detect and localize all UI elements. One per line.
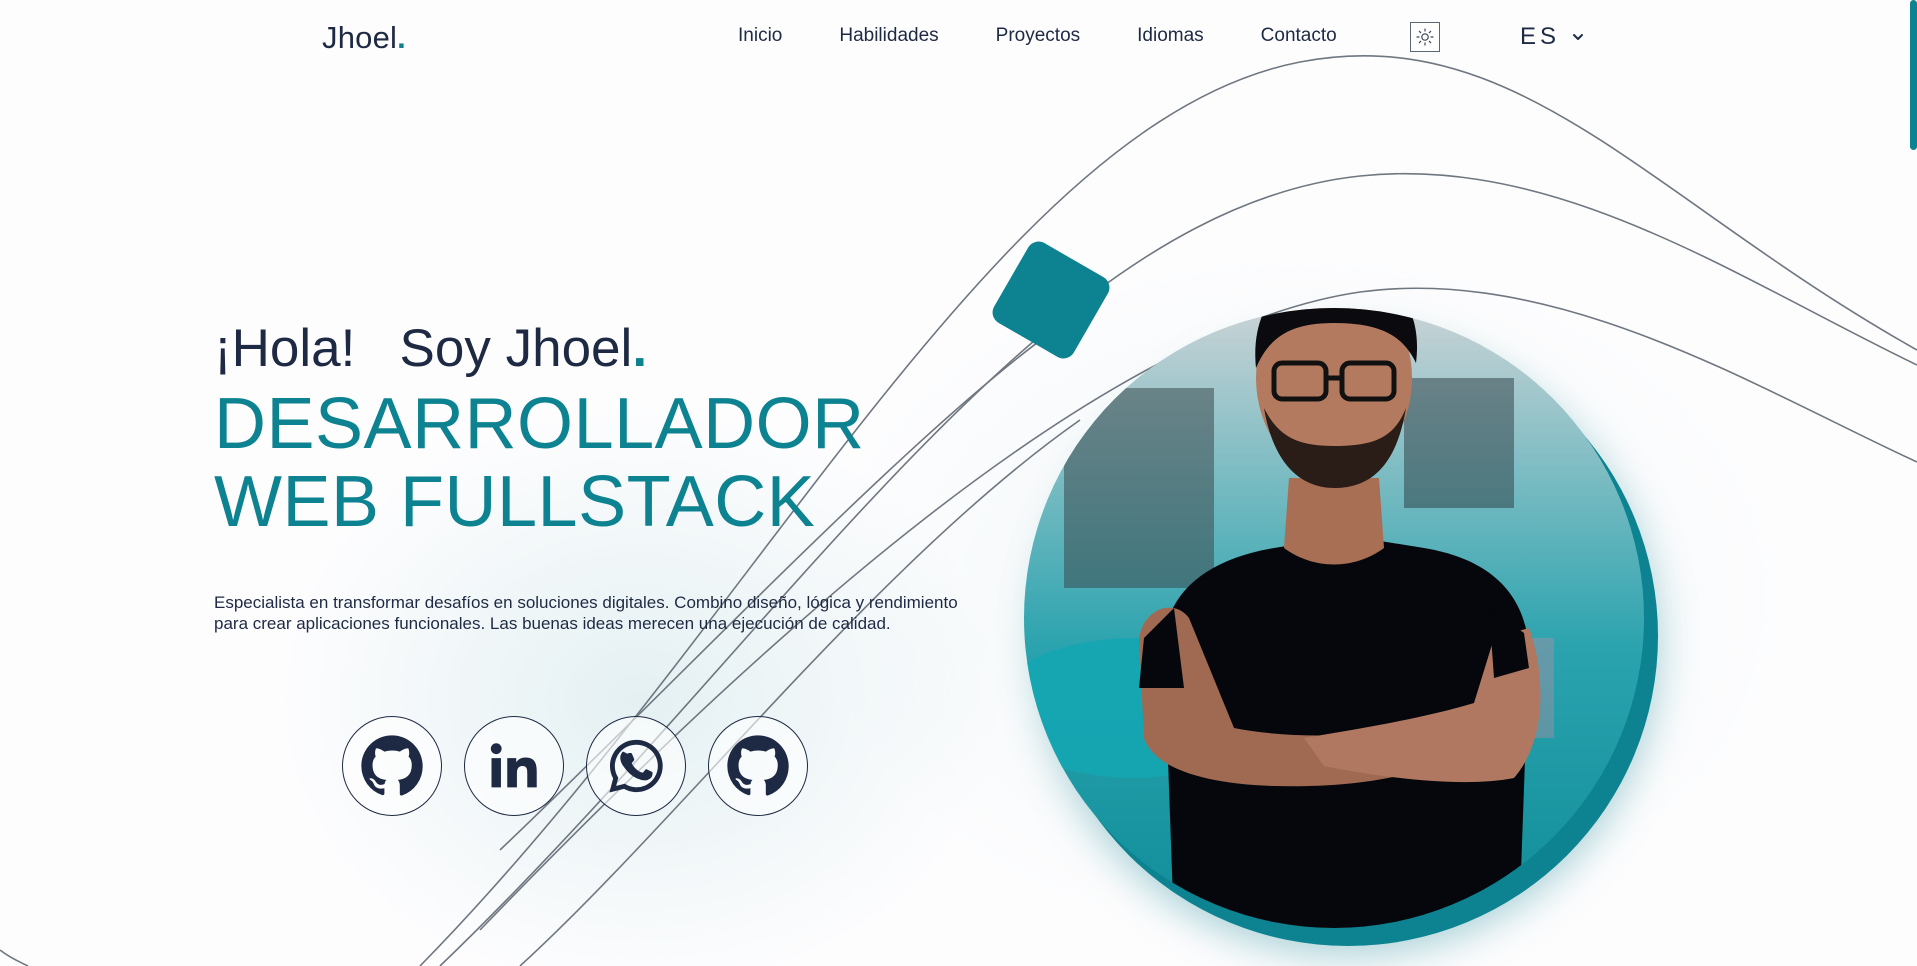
role-line-2: WEB FULLSTACK bbox=[214, 462, 816, 542]
github-icon bbox=[361, 735, 423, 796]
hero-greeting: ¡Hola! Soy Jhoel. bbox=[214, 318, 647, 379]
whatsapp-icon bbox=[609, 739, 663, 793]
hero-description: Especialista en transformar desafíos en … bbox=[214, 593, 958, 633]
nav-item-idiomas[interactable]: Idiomas bbox=[1137, 25, 1204, 47]
role-line-1: DESARROLLADOR bbox=[214, 384, 865, 464]
github-link[interactable] bbox=[342, 716, 442, 816]
linkedin-icon bbox=[490, 743, 537, 788]
nav-item-contacto[interactable]: Contacto bbox=[1261, 25, 1337, 47]
page: Jhoel. Inicio Habilidades Proyectos Idio… bbox=[0, 0, 1917, 966]
nav-item-habilidades[interactable]: Habilidades bbox=[839, 25, 938, 47]
person-illustration bbox=[1024, 308, 1554, 928]
logo-dot: . bbox=[397, 20, 406, 55]
language-value: ES bbox=[1520, 23, 1561, 50]
theme-toggle-button[interactable] bbox=[1410, 22, 1440, 52]
hero-role: DESARROLLADOR WEB FULLSTACK bbox=[214, 385, 865, 541]
github-link[interactable] bbox=[708, 716, 808, 816]
main-nav: Inicio Habilidades Proyectos Idiomas Con… bbox=[738, 25, 1394, 47]
whatsapp-link[interactable] bbox=[586, 716, 686, 816]
logo[interactable]: Jhoel. bbox=[322, 20, 406, 56]
github-icon bbox=[727, 735, 789, 796]
language-selector[interactable]: ES bbox=[1520, 23, 1584, 51]
greeting-dot: . bbox=[632, 319, 648, 378]
chevron-down-icon bbox=[1573, 34, 1584, 40]
greeting-text: ¡Hola! Soy Jhoel bbox=[214, 319, 633, 378]
scrollbar[interactable] bbox=[1910, 0, 1917, 150]
sun-icon bbox=[1416, 28, 1434, 46]
nav-item-proyectos[interactable]: Proyectos bbox=[996, 25, 1080, 47]
social-links bbox=[342, 716, 808, 816]
nav-item-inicio[interactable]: Inicio bbox=[738, 25, 782, 47]
logo-text: Jhoel bbox=[322, 20, 398, 55]
linkedin-link[interactable] bbox=[464, 716, 564, 816]
curve-line bbox=[0, 949, 29, 966]
decorative-diamond bbox=[988, 237, 1114, 363]
portrait-photo bbox=[1024, 308, 1644, 928]
